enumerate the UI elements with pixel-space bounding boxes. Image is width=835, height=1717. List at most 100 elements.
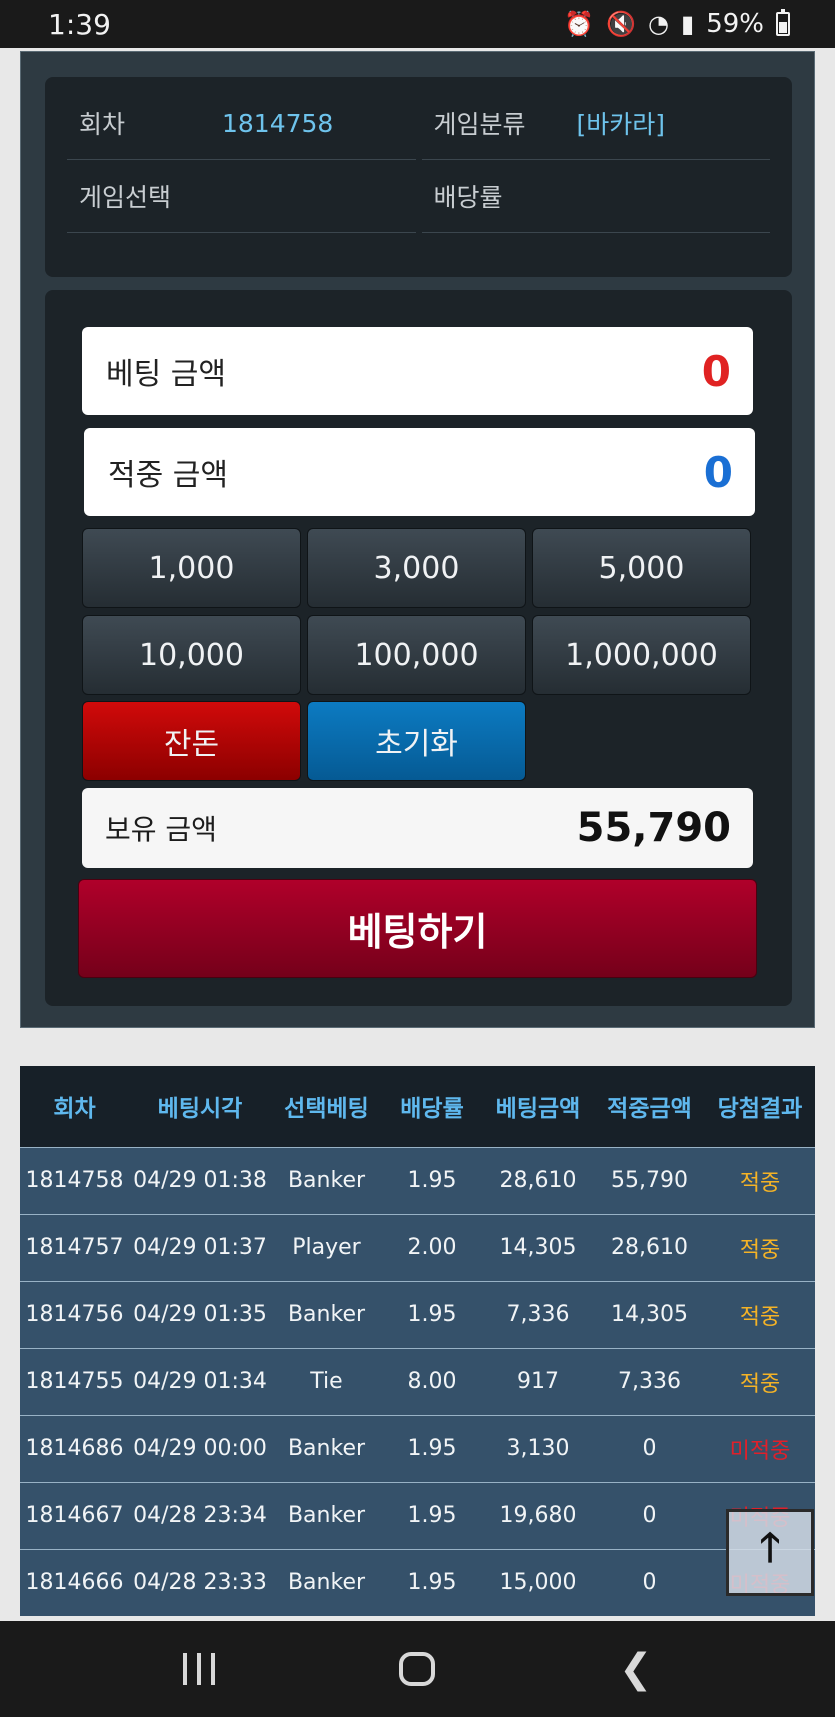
- header-win-amount: 적중금액: [607, 1096, 692, 1123]
- chip-button-10000[interactable]: 10,000: [82, 615, 301, 695]
- win-amount-field: 적중 금액 0: [84, 428, 755, 516]
- cell-selection: Banker: [287, 1168, 366, 1193]
- cell-odds: 8.00: [407, 1369, 457, 1394]
- table-row: 1814667 04/28 23:34 Banker 1.95 19,680 0…: [20, 1482, 815, 1549]
- header-round: 회차: [53, 1096, 96, 1123]
- cell-time: 04/28 23:33: [133, 1570, 267, 1596]
- round-cell: 회차 1814758: [67, 87, 416, 160]
- round-label: 회차: [79, 110, 126, 139]
- scroll-top-button[interactable]: 🡑: [726, 1509, 814, 1596]
- select-cell: 게임선택: [67, 160, 416, 233]
- battery-icon: [776, 9, 790, 36]
- cell-win: 7,336: [618, 1369, 681, 1394]
- bet-history-table: 회차 베팅시각 선택베팅 배당률 베팅금액 적중금액 당첨결과 1814758 …: [20, 1066, 815, 1621]
- cell-selection: Player: [292, 1235, 361, 1260]
- cell-time: 04/29 01:37: [133, 1235, 267, 1260]
- cell-odds: 1.95: [407, 1436, 457, 1461]
- cell-selection: Tie: [310, 1369, 343, 1394]
- header-result: 당첨결과: [717, 1096, 803, 1123]
- cell-bet: 19,680: [499, 1503, 577, 1528]
- system-nav-bar: ❮: [0, 1621, 835, 1717]
- wifi-icon: ◔: [648, 10, 669, 38]
- chip-button-3000[interactable]: 3,000: [307, 528, 526, 608]
- cell-time: 04/29 01:38: [133, 1168, 267, 1193]
- header-odds: 배당률: [400, 1096, 464, 1123]
- cell-odds: 1.95: [407, 1168, 457, 1193]
- table-header-row: 회차 베팅시각 선택베팅 배당률 베팅금액 적중금액 당첨결과: [20, 1066, 815, 1147]
- alarm-icon: ⏰: [564, 10, 595, 38]
- table-row: 1814757 04/29 01:37 Player 2.00 14,305 2…: [20, 1214, 815, 1281]
- cell-selection: Banker: [287, 1436, 366, 1461]
- category-value: [바카라]: [576, 110, 666, 139]
- status-time: 1:39: [48, 7, 111, 41]
- cell-time: 04/29 01:35: [133, 1302, 267, 1327]
- cell-time: 04/29 00:00: [133, 1436, 267, 1461]
- cell-win: 55,790: [611, 1168, 688, 1193]
- table-row: 1814666 04/28 23:33 Banker 1.95 15,000 0…: [20, 1549, 815, 1616]
- back-icon[interactable]: ❮: [596, 1646, 676, 1692]
- status-bar: 1:39 ⏰ 🔇 ◔ ▮ 59%: [0, 0, 835, 48]
- home-icon[interactable]: [377, 1652, 457, 1686]
- cell-odds: 1.95: [407, 1302, 457, 1327]
- cell-round: 1814686: [25, 1436, 124, 1461]
- cell-bet: 917: [517, 1369, 559, 1394]
- cell-round: 1814758: [25, 1168, 124, 1193]
- category-label: 게임분류: [433, 110, 526, 139]
- cell-result: 미적중: [729, 1438, 791, 1464]
- win-amount-label: 적중 금액: [108, 458, 228, 493]
- arrow-up-icon: 🡑: [759, 1524, 781, 1571]
- battery-percent: 59%: [706, 9, 764, 39]
- cell-win: 14,305: [611, 1302, 688, 1327]
- cell-round: 1814757: [25, 1235, 124, 1260]
- table-row: 1814755 04/29 01:34 Tie 8.00 917 7,336 적…: [20, 1348, 815, 1415]
- reset-button[interactable]: 초기화: [307, 701, 526, 781]
- cell-round: 1814666: [25, 1570, 124, 1596]
- odds-cell: 배당률: [421, 160, 770, 233]
- balance-value: 55,790: [576, 805, 731, 851]
- table-row: 1814758 04/29 01:38 Banker 1.95 28,610 5…: [20, 1147, 815, 1214]
- bet-amount-label: 베팅 금액: [106, 357, 226, 392]
- cell-result: 적중: [739, 1170, 781, 1196]
- cell-win: 0: [642, 1503, 657, 1528]
- odds-label: 배당률: [433, 183, 503, 212]
- bet-amount-field: 베팅 금액 0: [82, 327, 753, 415]
- chip-button-1000[interactable]: 1,000: [82, 528, 301, 608]
- cell-bet: 3,130: [506, 1436, 570, 1461]
- cell-odds: 1.95: [407, 1570, 457, 1596]
- cell-bet: 15,000: [499, 1570, 577, 1596]
- signal-icon: ▮: [680, 10, 695, 38]
- balance-field: 보유 금액 55,790: [82, 788, 753, 868]
- chip-button-1000000[interactable]: 1,000,000: [532, 615, 751, 695]
- round-value: 1814758: [222, 108, 334, 138]
- bet-amount-value: 0: [701, 346, 731, 396]
- cell-selection: Banker: [287, 1302, 366, 1327]
- cell-round: 1814755: [25, 1369, 124, 1394]
- cell-time: 04/28 23:34: [133, 1503, 267, 1528]
- place-bet-button[interactable]: 베팅하기: [78, 879, 757, 978]
- cell-round: 1814756: [25, 1302, 124, 1327]
- cell-odds: 2.00: [407, 1235, 457, 1260]
- cell-time: 04/29 01:34: [133, 1369, 267, 1394]
- chip-button-100000[interactable]: 100,000: [307, 615, 526, 695]
- change-button[interactable]: 잔돈: [82, 701, 301, 781]
- status-icons: ⏰ 🔇 ◔ ▮ 59%: [564, 9, 790, 39]
- cell-bet: 7,336: [506, 1302, 570, 1327]
- balance-label: 보유 금액: [105, 813, 217, 846]
- game-info-card: 회차 1814758 게임분류 [바카라] 게임선택 배당률: [45, 77, 792, 277]
- cell-result: 적중: [739, 1304, 781, 1330]
- cell-win: 28,610: [611, 1235, 688, 1260]
- cell-selection: Banker: [287, 1503, 366, 1528]
- cell-bet: 14,305: [499, 1235, 577, 1260]
- cell-bet: 28,610: [499, 1168, 577, 1193]
- chip-button-5000[interactable]: 5,000: [532, 528, 751, 608]
- cell-win: 0: [642, 1570, 657, 1596]
- cell-round: 1814667: [25, 1503, 124, 1528]
- category-cell: 게임분류 [바카라]: [421, 87, 770, 160]
- cell-result: 적중: [739, 1371, 781, 1397]
- recent-apps-icon[interactable]: [159, 1653, 239, 1685]
- win-amount-value: 0: [703, 447, 733, 497]
- cell-result: 적중: [739, 1237, 781, 1263]
- table-row: 1814756 04/29 01:35 Banker 1.95 7,336 14…: [20, 1281, 815, 1348]
- bet-slip-card: 베팅 금액 0 적중 금액 0 1,000 3,000 5,000 10,000…: [45, 290, 792, 1006]
- mute-icon: 🔇: [606, 10, 637, 38]
